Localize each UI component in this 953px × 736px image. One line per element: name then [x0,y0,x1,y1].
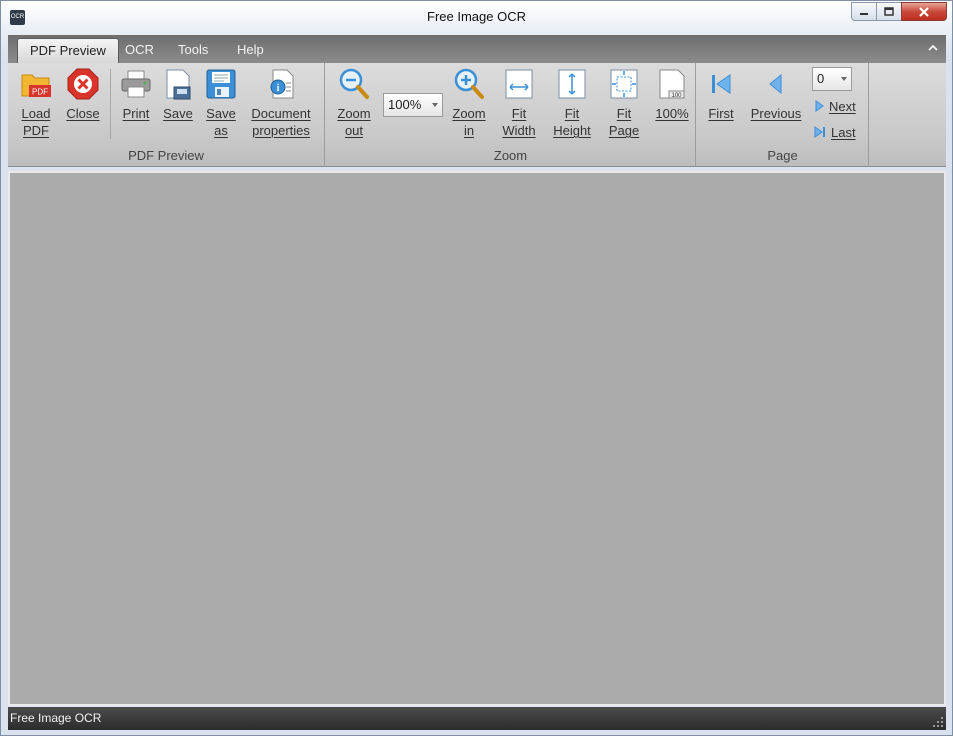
fit-width-button[interactable]: Fit Width [498,67,540,139]
resize-grip-icon[interactable] [932,716,944,728]
status-text: Free Image OCR [10,711,102,725]
fit-height-label: Fit Height [553,106,591,138]
ribbon-tab-bar: PDF Preview OCR Tools Help [8,35,946,63]
save-button[interactable]: Save [158,67,198,122]
minimize-button[interactable] [851,2,877,21]
fit-page-icon [610,69,638,99]
fit-width-icon [505,69,533,99]
document-properties-label: Document properties [251,106,311,138]
zoom-out-label: Zoom out [337,106,371,138]
first-page-label: First [708,106,734,121]
tab-ocr[interactable]: OCR [113,38,166,63]
save-as-button[interactable]: Save as [201,67,241,139]
ribbon-separator [110,69,111,139]
minimize-icon [860,12,868,15]
save-as-label: Save as [206,106,236,138]
fit-width-label: Fit Width [502,106,536,138]
pdf-preview-area[interactable] [8,171,946,706]
save-label: Save [163,106,193,121]
group-pdf-preview: PDF Load PDF Close Print Save Save as i … [8,63,325,167]
previous-page-label: Previous [750,106,802,121]
document-properties-button[interactable]: i Document properties [246,67,316,139]
svg-text:100: 100 [671,93,682,99]
last-page-label: Last [831,124,856,140]
zoom-combobox-value: 100% [388,97,422,112]
first-page-icon [712,74,731,94]
print-button[interactable]: Print [116,67,156,122]
next-page-button[interactable]: Next [815,96,856,116]
fit-height-button[interactable]: Fit Height [550,67,594,139]
page-number-value: 0 [817,71,825,86]
group-label-zoom: Zoom [493,148,528,163]
tab-tools[interactable]: Tools [166,38,220,63]
last-page-icon [814,126,825,138]
group-zoom: Zoom out 100% Zoom in Fit Width Fit Heig… [326,63,696,167]
zoom-in-label: Zoom in [452,106,486,138]
group-label-pdf-preview: PDF Preview [128,148,204,163]
close-circle-icon [67,68,99,100]
svg-text:i: i [277,83,280,94]
first-page-button[interactable]: First [703,67,739,122]
zoom-out-icon [339,68,369,99]
group-page: First Previous 0 Next Last Page [697,63,869,167]
previous-page-button[interactable]: Previous [747,67,805,122]
tab-help[interactable]: Help [225,38,276,63]
chevron-down-icon [841,77,847,81]
zoom-out-button[interactable]: Zoom out [334,67,374,139]
save-icon [166,69,191,100]
svg-text:PDF: PDF [32,88,48,97]
close-icon [919,6,929,17]
chevron-down-icon [432,103,438,107]
close-window-button[interactable] [901,2,947,21]
group-label-page: Page [767,148,798,163]
zoom-in-icon [454,68,484,99]
fit-page-button[interactable]: Fit Page [604,67,644,139]
printer-icon [121,70,151,98]
fit-height-icon [558,69,586,99]
status-bar: Free Image OCR [8,707,946,730]
previous-page-icon [769,73,782,95]
window-title: Free Image OCR [427,9,526,24]
ribbon: PDF Load PDF Close Print Save Save as i … [8,63,946,167]
close-pdf-button[interactable]: Close [63,67,103,122]
zoom-combobox[interactable]: 100% [383,93,443,117]
maximize-icon [884,7,894,16]
ribbon-collapse-icon[interactable] [928,43,938,53]
print-label: Print [122,106,150,121]
actual-size-label: 100% [655,106,689,121]
actual-size-button[interactable]: 100 100% [651,67,693,122]
next-page-label: Next [829,98,856,114]
window-controls [851,2,947,21]
close-pdf-label: Close [66,106,100,121]
tab-pdf-preview[interactable]: PDF Preview [17,38,119,63]
fit-page-label: Fit Page [608,106,640,138]
folder-pdf-icon: PDF [21,74,51,97]
document-info-icon: i [270,69,294,99]
actual-size-icon: 100 [659,69,685,99]
title-bar[interactable]: OCR Free Image OCR [1,1,952,34]
last-page-button[interactable]: Last [814,122,856,142]
app-window: OCR Free Image OCR PDF Preview OCR Tools… [0,0,953,736]
zoom-in-button[interactable]: Zoom in [449,67,489,139]
load-pdf-button[interactable]: PDF Load PDF [16,67,56,139]
page-number-combobox[interactable]: 0 [812,67,852,91]
save-as-icon [206,69,236,99]
load-pdf-label: Load PDF [21,106,51,138]
next-page-icon [815,100,824,112]
maximize-button[interactable] [876,2,902,21]
